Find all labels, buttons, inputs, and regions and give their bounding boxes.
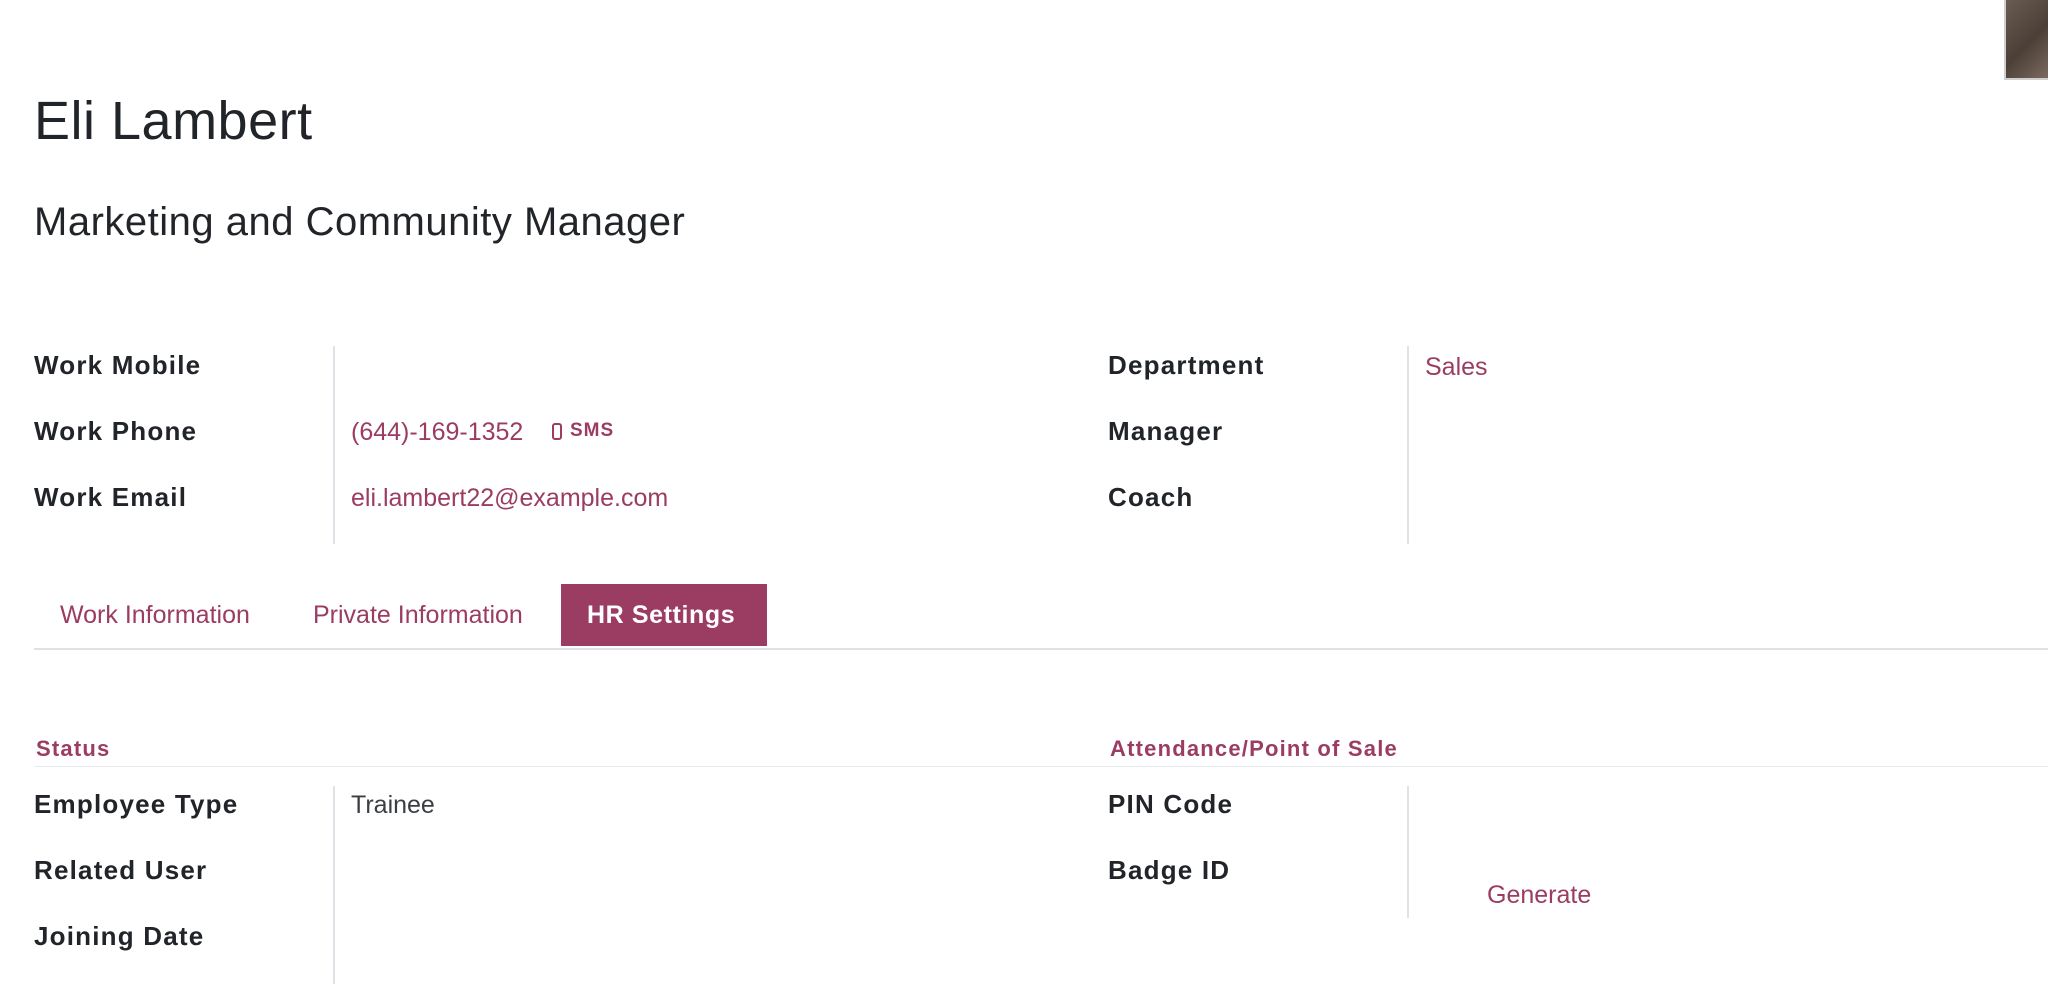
related-user-label: Related User [34, 855, 208, 885]
joining-date-label: Joining Date [34, 921, 205, 951]
manager-label: Manager [1108, 416, 1224, 446]
sms-label: SMS [570, 420, 615, 441]
work-mobile-label: Work Mobile [34, 350, 202, 380]
attendance-section-divider [1072, 766, 2048, 767]
department-label: Department [1108, 350, 1265, 380]
tab-work-information[interactable]: Work Information [34, 584, 276, 646]
employee-type-select[interactable]: Trainee [351, 791, 435, 820]
status-section-divider [34, 766, 1072, 767]
employee-avatar[interactable] [2004, 0, 2048, 80]
attendance-section-title: Attendance/Point of Sale [1110, 736, 1398, 761]
tab-hr-settings[interactable]: HR Settings [561, 584, 767, 646]
work-email-field[interactable]: eli.lambert22@example.com [351, 484, 668, 513]
sms-button[interactable]: SMS [552, 420, 614, 442]
employee-form: Eli Lambert Marketing and Community Mana… [0, 0, 2048, 992]
status-divider [333, 786, 335, 984]
department-field[interactable]: Sales [1425, 353, 1488, 382]
work-email-label: Work Email [34, 482, 188, 512]
pin-code-label: PIN Code [1108, 789, 1234, 819]
badge-id-label: Badge ID [1108, 855, 1231, 885]
attendance-divider [1407, 786, 1409, 918]
form-tabs: Work Information Private Information HR … [34, 584, 2048, 650]
generate-badge-button[interactable]: Generate [1487, 881, 1591, 910]
status-section-title: Status [36, 736, 111, 761]
employee-name[interactable]: Eli Lambert [34, 90, 313, 152]
work-phone-label: Work Phone [34, 416, 198, 446]
employee-job-title[interactable]: Marketing and Community Manager [34, 200, 685, 245]
employee-type-label: Employee Type [34, 789, 239, 819]
mobile-phone-icon [552, 422, 562, 440]
tab-private-information[interactable]: Private Information [287, 584, 549, 646]
contact-divider [333, 346, 335, 544]
coach-label: Coach [1108, 482, 1194, 512]
work-phone-field[interactable]: (644)-169-1352 [351, 418, 523, 447]
org-divider [1407, 346, 1409, 544]
